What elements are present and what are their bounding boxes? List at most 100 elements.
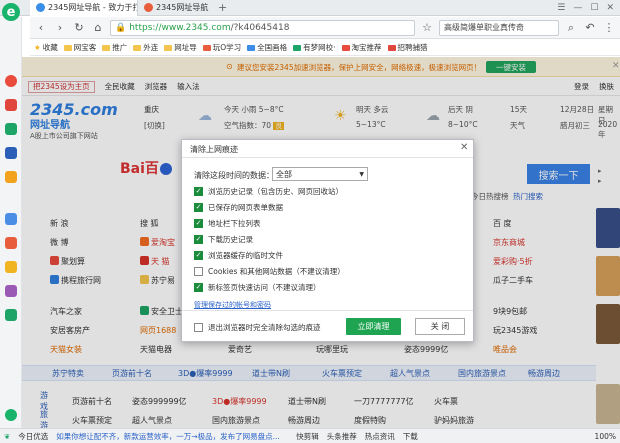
tab-2345-nav[interactable]: 2345网址导航 ✕ bbox=[138, 0, 212, 16]
option-label: Cookies 和其他网站数据（不建议清理） bbox=[208, 267, 345, 276]
time-range-select[interactable]: 全部 ▼ bbox=[272, 167, 368, 181]
bookmark-item[interactable]: 玩O学习 bbox=[202, 42, 242, 53]
back-icon[interactable]: ‹ bbox=[34, 21, 48, 35]
star-icon[interactable]: ☆ bbox=[420, 21, 434, 35]
left-sidebar: e bbox=[0, 3, 22, 428]
option-label: 退出浏览器时完全清除勾选的痕迹 bbox=[208, 323, 321, 332]
mail-icon[interactable] bbox=[5, 123, 17, 135]
status-link[interactable]: 快剪辑 bbox=[296, 431, 319, 442]
bookmark-item[interactable]: 淘宝推荐 bbox=[341, 42, 382, 53]
checkbox[interactable] bbox=[194, 267, 203, 276]
bookmark-label: 有梦网校· bbox=[303, 43, 336, 52]
bookmark-favorites[interactable]: ★ 收藏 bbox=[34, 42, 58, 53]
bookmarks-bar: ★ 收藏 网宝客 推广 外连 网址导 玩O学习 全国画格 有梦网校· 淘宝推荐 招… bbox=[30, 40, 620, 56]
url-text: https://www.2345.com/?k40645418 bbox=[129, 22, 290, 33]
bookmark-label: 全国画格 bbox=[257, 43, 288, 52]
folder-icon bbox=[102, 44, 111, 51]
refresh-icon[interactable]: ↻ bbox=[72, 21, 86, 35]
folder-icon bbox=[387, 44, 396, 51]
bookmark-item[interactable]: 推广 bbox=[102, 42, 127, 53]
bookmark-item[interactable]: 外连 bbox=[133, 42, 158, 53]
checkbox[interactable]: ✓ bbox=[194, 235, 203, 244]
bookmark-label: 推广 bbox=[112, 43, 128, 52]
checkbox[interactable]: ✓ bbox=[194, 251, 203, 260]
close-button[interactable]: 关 闭 bbox=[415, 318, 465, 335]
menu-icon[interactable]: ☰ bbox=[557, 3, 565, 13]
add-icon[interactable] bbox=[5, 409, 17, 421]
folder-icon bbox=[164, 44, 173, 51]
status-link[interactable]: 头条推荐 bbox=[327, 431, 357, 442]
checkbox[interactable]: ✓ bbox=[194, 203, 203, 212]
option-quick-access[interactable]: ✓ 新标签页快速访问（不建议清理） bbox=[194, 282, 321, 293]
tab-2345-home[interactable]: 2345网址导航 - 致力于打造百年品牌 ✕ bbox=[30, 0, 138, 16]
shopping-icon[interactable] bbox=[5, 171, 17, 183]
bookmark-item[interactable]: 招聘捕猎 bbox=[387, 42, 428, 53]
option-cache[interactable]: ✓ 浏览器缓存的临时文件 bbox=[194, 250, 283, 261]
bookmark-item[interactable]: 网宝客 bbox=[63, 42, 96, 53]
range-label: 清除这段时间的数据： bbox=[194, 171, 274, 180]
tab-favicon-icon bbox=[144, 3, 153, 12]
option-download-history[interactable]: ✓ 下载历史记录 bbox=[194, 234, 253, 245]
search-value: 高级简爆单职业真传奇 bbox=[444, 23, 524, 32]
checkbox[interactable] bbox=[194, 323, 203, 332]
range-value: 全部 bbox=[276, 169, 292, 179]
url-input[interactable]: 🔒 https://www.2345.com/?k40645418 bbox=[110, 19, 415, 36]
option-address-dropdown[interactable]: ✓ 地址栏下拉列表 bbox=[194, 218, 261, 229]
folder-icon bbox=[63, 44, 72, 51]
zoom-level[interactable]: 100% bbox=[595, 432, 616, 441]
close-icon[interactable]: ✕ bbox=[460, 142, 468, 153]
more-icon[interactable]: ⋮ bbox=[602, 21, 616, 35]
window-close-icon[interactable]: ✕ bbox=[606, 3, 614, 13]
option-history[interactable]: ✓ 浏览历史记录（包含历史、网页回收站） bbox=[194, 186, 343, 197]
option-label: 地址栏下拉列表 bbox=[208, 219, 261, 228]
maximize-icon[interactable]: ☐ bbox=[590, 3, 598, 13]
forward-icon[interactable]: › bbox=[53, 21, 67, 35]
browser-logo-icon[interactable]: e bbox=[2, 3, 20, 21]
clear-now-button[interactable]: 立即清理 bbox=[346, 318, 401, 335]
search-icon[interactable]: ⌕ bbox=[564, 21, 578, 35]
address-bar: ‹ › ↻ ⌂ 🔒 https://www.2345.com/?k4064541… bbox=[30, 17, 620, 39]
folder-icon bbox=[293, 44, 302, 51]
weibo-icon[interactable] bbox=[5, 99, 17, 111]
checkbox[interactable]: ✓ bbox=[194, 187, 203, 196]
option-clear-on-exit[interactable]: 退出浏览器时完全清除勾选的痕迹 bbox=[194, 322, 321, 333]
checkbox[interactable]: ✓ bbox=[194, 283, 203, 292]
bookmark-item[interactable]: 全国画格 bbox=[247, 42, 287, 53]
download-link[interactable]: 下载 bbox=[403, 431, 418, 442]
news-icon[interactable] bbox=[5, 147, 17, 159]
option-label: 浏览器缓存的临时文件 bbox=[208, 251, 283, 260]
option-cookies[interactable]: Cookies 和其他网站数据（不建议清理） bbox=[194, 266, 345, 277]
clear-history-dialog: 清除上网痕迹 ✕ 清除这段时间的数据： 全部 ▼ ✓ 浏览历史记录（包含历史、网页… bbox=[181, 139, 474, 342]
video-icon[interactable] bbox=[5, 261, 17, 273]
undo-icon[interactable]: ↶ bbox=[583, 21, 597, 35]
lock-icon: 🔒 bbox=[115, 22, 127, 33]
folder-icon bbox=[133, 44, 142, 51]
home-button-icon[interactable]: ⌂ bbox=[91, 21, 105, 35]
dialog-divider bbox=[182, 157, 473, 158]
minimize-icon[interactable]: — bbox=[573, 3, 582, 13]
game-icon[interactable] bbox=[5, 213, 17, 225]
leaf-icon: ❦ bbox=[4, 431, 11, 441]
search-input[interactable]: 高级简爆单职业真传奇 bbox=[439, 19, 559, 36]
status-recommend[interactable]: 今日优选 bbox=[18, 431, 48, 442]
status-link[interactable]: 热点资讯 bbox=[365, 431, 395, 442]
status-news-ticker[interactable]: 如果你想让配不齐，新款运营效率，一万→极品，发布了网易盘点... bbox=[56, 431, 288, 442]
tab-title: 2345网址导航 bbox=[156, 3, 209, 12]
bookmark-label: 淘宝推荐 bbox=[351, 43, 382, 52]
bookmark-item[interactable]: 有梦网校· bbox=[293, 42, 336, 53]
bookmark-label: 收藏 bbox=[42, 43, 58, 52]
manage-passwords-link[interactable]: 管理保存过的帐号和密码 bbox=[194, 300, 271, 310]
new-tab-button[interactable]: + bbox=[212, 0, 233, 16]
home-icon[interactable] bbox=[5, 75, 17, 87]
tools-icon[interactable] bbox=[5, 309, 17, 321]
option-label: 浏览历史记录（包含历史、网页回收站） bbox=[208, 187, 343, 196]
checkbox[interactable]: ✓ bbox=[194, 219, 203, 228]
bookmark-item[interactable]: 网址导 bbox=[164, 42, 197, 53]
dialog-divider bbox=[182, 310, 473, 311]
bookmark-label: 网址导 bbox=[174, 43, 197, 52]
bookmark-label: 玩O学习 bbox=[212, 43, 242, 52]
option-form-data[interactable]: ✓ 已保存的网页表单数据 bbox=[194, 202, 283, 213]
music-icon[interactable] bbox=[5, 285, 17, 297]
folder-icon bbox=[341, 44, 350, 51]
app-icon[interactable] bbox=[5, 237, 17, 249]
